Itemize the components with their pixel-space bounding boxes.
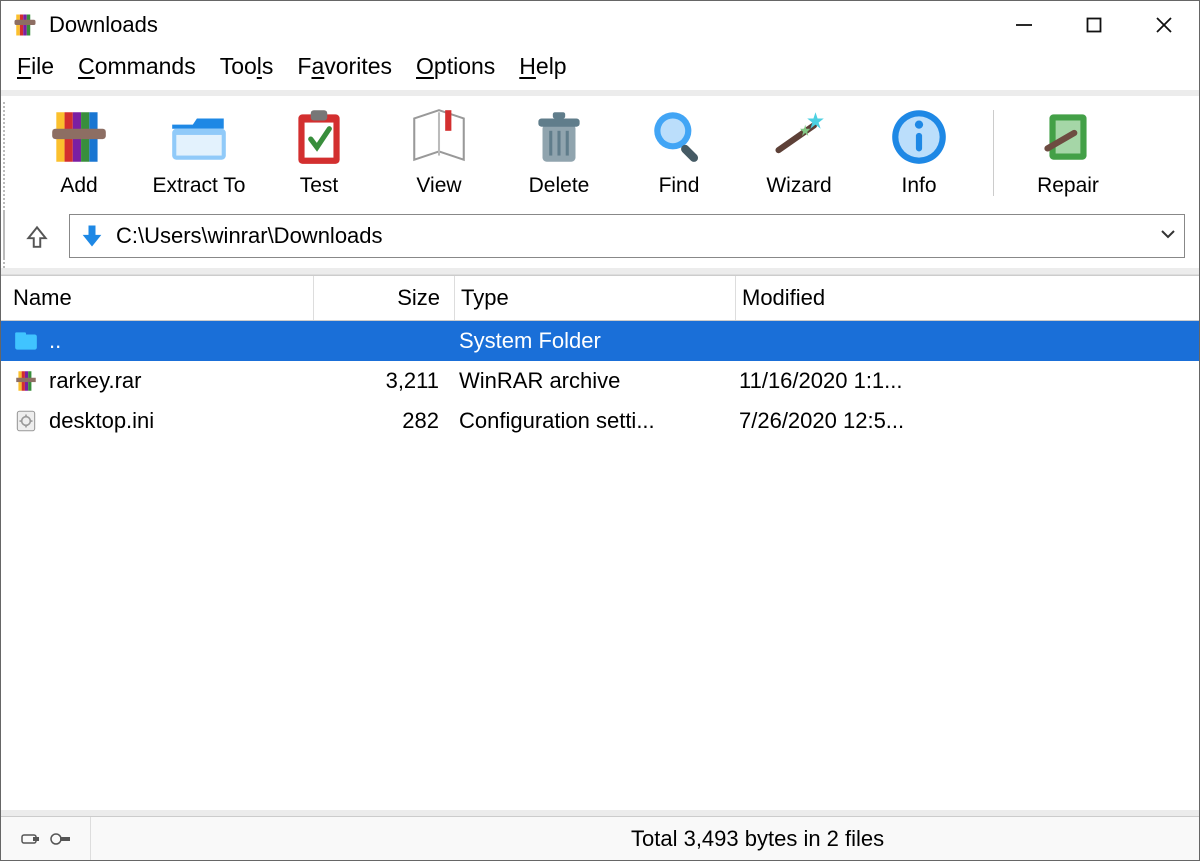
cell-name: desktop.ini bbox=[49, 408, 313, 434]
menu-favorites[interactable]: Favorites bbox=[297, 53, 392, 80]
toolbar: Add Extract To Test View Delete bbox=[1, 90, 1199, 275]
cell-type: WinRAR archive bbox=[453, 368, 733, 394]
col-header-name[interactable]: Name bbox=[13, 285, 313, 311]
toolbar-repair[interactable]: Repair bbox=[1008, 104, 1128, 202]
wand-icon bbox=[766, 104, 832, 170]
address-bar-row bbox=[1, 208, 1199, 274]
toolbar-wizard[interactable]: Wizard bbox=[739, 104, 859, 202]
menu-help[interactable]: Help bbox=[519, 53, 566, 80]
address-input[interactable] bbox=[116, 223, 1160, 249]
window-controls bbox=[989, 1, 1199, 49]
status-bar: Total 3,493 bytes in 2 files bbox=[1, 816, 1199, 860]
maximize-button[interactable] bbox=[1059, 1, 1129, 49]
folder-up-icon bbox=[13, 328, 39, 354]
toolbar-find[interactable]: Find bbox=[619, 104, 739, 202]
folder-open-icon bbox=[166, 104, 232, 170]
toolbar-test[interactable]: Test bbox=[259, 104, 379, 202]
window-title: Downloads bbox=[49, 12, 158, 38]
toolbar-extract[interactable]: Extract To bbox=[139, 104, 259, 202]
cell-size: 3,211 bbox=[313, 368, 453, 394]
toolbar-add[interactable]: Add bbox=[19, 104, 139, 202]
col-header-type[interactable]: Type bbox=[455, 285, 735, 311]
toolbar-delete-label: Delete bbox=[529, 174, 590, 198]
menu-options[interactable]: Options bbox=[416, 53, 495, 80]
book-open-icon bbox=[406, 104, 472, 170]
magnifier-icon bbox=[646, 104, 712, 170]
menu-commands[interactable]: Commands bbox=[78, 53, 196, 80]
books-icon bbox=[46, 104, 112, 170]
toolbar-info-label: Info bbox=[901, 174, 936, 198]
rar-icon bbox=[13, 368, 39, 394]
cell-size: 282 bbox=[313, 408, 453, 434]
ini-icon bbox=[13, 408, 39, 434]
cell-modified: 7/26/2020 12:5... bbox=[733, 408, 1199, 434]
toolbar-add-label: Add bbox=[60, 174, 97, 198]
chevron-down-icon[interactable] bbox=[1160, 225, 1176, 248]
location-arrow-icon bbox=[78, 222, 106, 250]
file-list[interactable]: .. System Folder rarkey.rar 3,211 WinRAR… bbox=[1, 321, 1199, 816]
cell-type: System Folder bbox=[453, 328, 733, 354]
toolbar-extract-label: Extract To bbox=[153, 174, 246, 198]
close-button[interactable] bbox=[1129, 1, 1199, 49]
titlebar[interactable]: Downloads bbox=[1, 1, 1199, 49]
address-combobox[interactable] bbox=[69, 214, 1185, 258]
table-row[interactable]: rarkey.rar 3,211 WinRAR archive 11/16/20… bbox=[1, 361, 1199, 401]
table-row[interactable]: desktop.ini 282 Configuration setti... 7… bbox=[1, 401, 1199, 441]
toolbar-view-label: View bbox=[416, 174, 461, 198]
repair-icon bbox=[1035, 104, 1101, 170]
column-headers[interactable]: Name Size Type Modified bbox=[1, 275, 1199, 321]
clipboard-check-icon bbox=[286, 104, 352, 170]
toolbar-separator bbox=[993, 110, 994, 196]
status-lock-indicator[interactable] bbox=[1, 817, 91, 860]
cell-name: rarkey.rar bbox=[49, 368, 313, 394]
minimize-button[interactable] bbox=[989, 1, 1059, 49]
status-text: Total 3,493 bytes in 2 files bbox=[91, 826, 884, 852]
col-header-size[interactable]: Size bbox=[314, 285, 454, 311]
cell-name: .. bbox=[49, 328, 313, 354]
menubar: File Commands Tools Favorites Options He… bbox=[1, 49, 1199, 90]
up-button[interactable] bbox=[19, 218, 55, 254]
table-row[interactable]: .. System Folder bbox=[1, 321, 1199, 361]
info-icon bbox=[886, 104, 952, 170]
app-icon bbox=[11, 11, 39, 39]
cell-type: Configuration setti... bbox=[453, 408, 733, 434]
menu-file[interactable]: File bbox=[17, 53, 54, 80]
toolbar-view[interactable]: View bbox=[379, 104, 499, 202]
cell-modified: 11/16/2020 1:1... bbox=[733, 368, 1199, 394]
menu-tools[interactable]: Tools bbox=[220, 53, 274, 80]
toolbar-wizard-label: Wizard bbox=[766, 174, 831, 198]
col-header-modified[interactable]: Modified bbox=[736, 285, 1199, 311]
toolbar-find-label: Find bbox=[659, 174, 700, 198]
toolbar-repair-label: Repair bbox=[1037, 174, 1099, 198]
toolbar-delete[interactable]: Delete bbox=[499, 104, 619, 202]
toolbar-test-label: Test bbox=[300, 174, 339, 198]
trash-icon bbox=[526, 104, 592, 170]
toolbar-info[interactable]: Info bbox=[859, 104, 979, 202]
